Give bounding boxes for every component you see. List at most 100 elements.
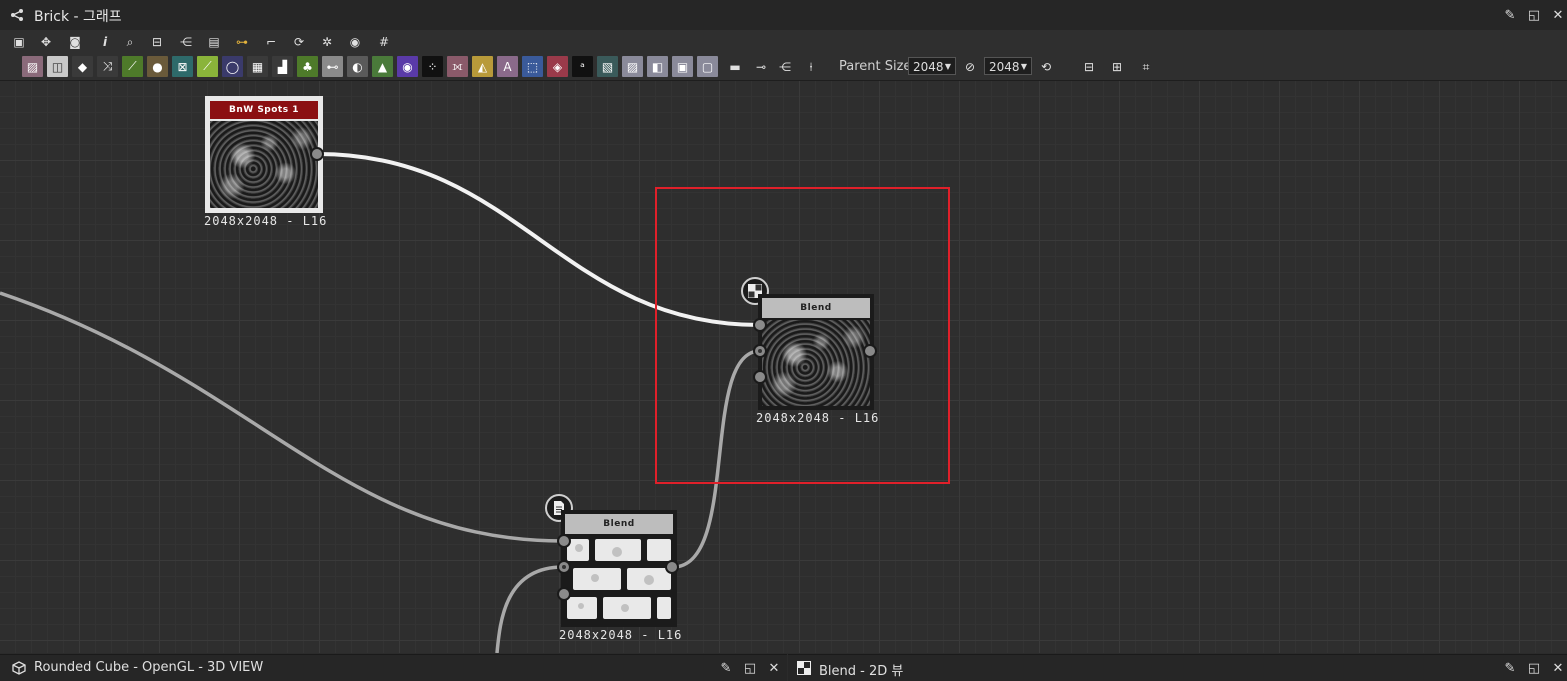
- chevron-down-icon: ▼: [944, 62, 951, 71]
- dot-node-icon[interactable]: ⊸: [752, 58, 770, 76]
- input-mask-icon[interactable]: ◧: [647, 56, 668, 77]
- wrench-icon[interactable]: ✲: [318, 33, 336, 51]
- shape-icon[interactable]: ◯: [222, 56, 243, 77]
- stack-icon[interactable]: ▤: [205, 33, 223, 51]
- elbow-wire-icon[interactable]: ⌐: [262, 33, 280, 51]
- graph-instance-icon[interactable]: ⋲: [776, 58, 794, 76]
- node-header: Blend: [762, 298, 870, 318]
- close-icon[interactable]: ✕: [1550, 7, 1566, 23]
- 3d-view-title: Rounded Cube - OpenGL - 3D VIEW: [34, 660, 264, 675]
- tile-generator-icon[interactable]: ▦: [247, 56, 268, 77]
- output-image-icon[interactable]: ▨: [622, 56, 643, 77]
- opacity-input-port[interactable]: [557, 587, 571, 601]
- wire-left-to-blend-bottom[interactable]: [0, 291, 564, 543]
- pin-icon[interactable]: ✎: [1502, 660, 1518, 676]
- close-icon[interactable]: ✕: [766, 660, 782, 676]
- pin-icon[interactable]: ✎: [718, 660, 734, 676]
- fx-map-icon[interactable]: ▟: [272, 56, 293, 77]
- window-title: Brick - 그래프: [34, 9, 122, 25]
- node-blend-top[interactable]: Blend: [758, 294, 874, 410]
- fit-view-icon[interactable]: ✥: [37, 33, 55, 51]
- parent-size-height-value: 2048: [989, 60, 1020, 74]
- warp-icon[interactable]: ⟗: [447, 56, 468, 77]
- search-icon[interactable]: ⌕: [121, 33, 139, 51]
- text-icon[interactable]: A: [497, 56, 518, 77]
- restore-icon[interactable]: ◱: [1526, 7, 1542, 23]
- link-wire-icon[interactable]: ⊶: [233, 33, 251, 51]
- crop-icon[interactable]: ⬚: [522, 56, 543, 77]
- close-icon[interactable]: ✕: [1550, 660, 1566, 676]
- curve-icon[interactable]: ⟋: [122, 56, 143, 77]
- uniform-color-icon[interactable]: ◆: [72, 56, 93, 77]
- node-header: Blend: [565, 514, 673, 534]
- foreground-input-port[interactable]: [753, 318, 767, 332]
- gradient-icon[interactable]: ⟋: [197, 56, 218, 77]
- pin-icon[interactable]: ✎: [1502, 7, 1518, 23]
- parent-size-width-select[interactable]: 2048 ▼: [908, 57, 956, 75]
- output-mask-icon[interactable]: ▣: [672, 56, 693, 77]
- paint-icon[interactable]: ◈: [547, 56, 568, 77]
- wire-bottom-to-blend-bottom[interactable]: [495, 565, 564, 653]
- noise-icon[interactable]: ⁘: [422, 56, 443, 77]
- blur-icon[interactable]: ●: [147, 56, 168, 77]
- refresh-icon[interactable]: ⟳: [290, 33, 308, 51]
- preview-icon[interactable]: ◉: [346, 33, 364, 51]
- node-resolution-label: 2048x2048 - L16: [204, 214, 328, 228]
- parent-size-label: Parent Size:: [839, 59, 916, 74]
- link-icon[interactable]: ⊘: [961, 58, 979, 76]
- graph-layout-icon[interactable]: ⋲: [177, 33, 195, 51]
- histogram-icon[interactable]: ▲: [372, 56, 393, 77]
- checker-icon: [797, 661, 811, 675]
- parent-size-width-value: 2048: [913, 60, 944, 74]
- 2d-view-panel-tab[interactable]: Blend - 2D 뷰 ✎ ◱ ✕: [788, 654, 1567, 681]
- grid-snap-icon[interactable]: #: [375, 33, 393, 51]
- background-input-port[interactable]: [557, 560, 571, 574]
- align-nodes-icon[interactable]: ⊟: [148, 33, 166, 51]
- snap-grid-icon[interactable]: ⌗: [1137, 58, 1155, 76]
- brick-preview: [565, 536, 673, 623]
- restore-icon[interactable]: ◱: [1526, 660, 1542, 676]
- input-image-icon[interactable]: ▧: [597, 56, 618, 77]
- bitmap-node-icon[interactable]: ▨: [22, 56, 43, 77]
- camera-icon[interactable]: ◙: [66, 33, 84, 51]
- 2d-view-title: Blend - 2D 뷰: [819, 664, 904, 679]
- shuffle-icon[interactable]: ⤨: [97, 56, 118, 77]
- output-port[interactable]: [863, 344, 877, 358]
- opacity-input-port[interactable]: [753, 370, 767, 384]
- info-icon[interactable]: i: [96, 33, 114, 51]
- pixel-processor-icon[interactable]: ♣: [297, 56, 318, 77]
- node-resolution-label: 2048x2048 - L16: [756, 411, 880, 425]
- graph-canvas[interactable]: BnW Spots 1 2048x2048 - L16 Blend 2048x2…: [0, 81, 1567, 653]
- output-port[interactable]: [310, 147, 324, 161]
- parent-size-height-select[interactable]: 2048 ▼: [984, 57, 1032, 75]
- mirror-icon[interactable]: ◭: [472, 56, 493, 77]
- reset-size-icon[interactable]: ⟲: [1037, 58, 1055, 76]
- restore-icon[interactable]: ◱: [742, 660, 758, 676]
- align-vertical-icon[interactable]: ⊞: [1108, 58, 1126, 76]
- chevron-down-icon: ▼: [1020, 62, 1027, 71]
- levels-icon[interactable]: ⊷: [322, 56, 343, 77]
- node-blend-bottom[interactable]: Blend: [561, 510, 677, 627]
- svg-node-icon[interactable]: ◫: [47, 56, 68, 77]
- node-header: BnW Spots 1: [210, 101, 318, 119]
- node-bnw-spots[interactable]: BnW Spots 1: [205, 96, 323, 213]
- graph-title-bar: Brick - 그래프 ✎ ◱ ✕: [0, 0, 1567, 30]
- comment-icon[interactable]: ▬: [726, 58, 744, 76]
- 3d-view-panel-tab[interactable]: Rounded Cube - OpenGL - 3D VIEW ✎ ◱ ✕: [0, 654, 787, 681]
- background-input-port[interactable]: [753, 344, 767, 358]
- output-port[interactable]: [665, 560, 679, 574]
- pin-node-icon[interactable]: ⍿: [802, 58, 820, 76]
- graph-toolbar-main: ▣ ✥ ◙ i ⌕ ⊟ ⋲ ▤ ⊶ ⌐ ⟳ ✲ ◉ #: [0, 30, 1567, 54]
- transform-icon[interactable]: ⊠: [172, 56, 193, 77]
- cube-icon: [12, 661, 26, 675]
- node-preview: [762, 320, 870, 406]
- align-horizontal-icon[interactable]: ⊟: [1080, 58, 1098, 76]
- frame-all-icon[interactable]: ▣: [10, 33, 28, 51]
- foreground-input-port[interactable]: [557, 534, 571, 548]
- grayscale-icon[interactable]: ◐: [347, 56, 368, 77]
- hsl-icon[interactable]: ◉: [397, 56, 418, 77]
- graph-icon: [11, 9, 23, 21]
- node-resolution-label: 2048x2048 - L16: [559, 628, 683, 642]
- frame-node-icon[interactable]: ▢: [697, 56, 718, 77]
- value-processor-icon[interactable]: ᵃ: [572, 56, 593, 77]
